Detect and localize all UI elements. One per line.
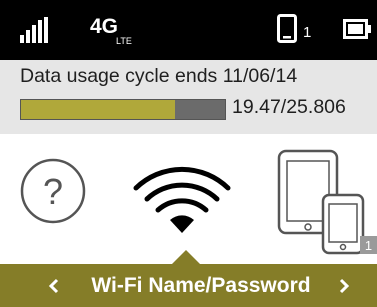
selection-pointer — [172, 250, 200, 264]
status-bar: 4G LTE 1 — [0, 0, 377, 60]
menu-nav-bar: Wi-Fi Name/Password — [0, 264, 377, 307]
connected-devices-count: 1 — [303, 24, 312, 41]
usage-progress-bar — [20, 99, 226, 120]
signal-strength-icon — [20, 17, 48, 43]
menu-icon-row: ? 1 — [0, 134, 377, 264]
usage-amount: 19.47/25.806 — [232, 96, 346, 118]
usage-cycle-text: Data usage cycle ends 11/06/14 — [20, 65, 298, 87]
usage-progress-fill — [21, 100, 175, 119]
connected-devices-indicator: 1 — [277, 14, 317, 44]
selected-menu-label[interactable]: Wi-Fi Name/Password — [76, 272, 326, 300]
phone-icon — [277, 14, 297, 43]
wifi-icon[interactable] — [130, 156, 234, 236]
svg-text:?: ? — [43, 171, 63, 212]
chevron-left-icon[interactable] — [46, 278, 62, 294]
network-subtype: LTE — [116, 36, 132, 45]
devices-badge: 1 — [365, 238, 372, 253]
chevron-right-icon[interactable] — [336, 278, 352, 294]
network-type: 4G — [90, 15, 118, 38]
data-usage-panel: Data usage cycle ends 11/06/14 19.47/25.… — [0, 60, 377, 134]
help-icon[interactable]: ? — [20, 158, 86, 224]
battery-icon — [343, 19, 371, 39]
network-type-icon: 4G LTE — [90, 15, 132, 45]
connected-devices-icon[interactable]: 1 — [276, 148, 377, 258]
